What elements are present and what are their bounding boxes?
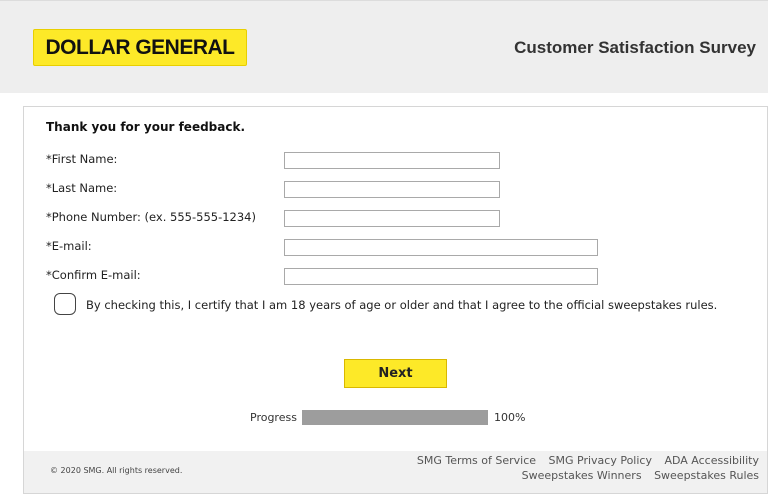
- next-button[interactable]: Next: [344, 359, 447, 388]
- footer-links-row-1: SMG Terms of Service SMG Privacy Policy …: [408, 454, 759, 467]
- sweepstakes-rules-link[interactable]: Sweepstakes Rules: [654, 469, 759, 482]
- survey-form-card: Thank you for your feedback. *First Name…: [23, 106, 768, 494]
- progress-bar-fill: [302, 410, 488, 425]
- email-field[interactable]: [284, 239, 598, 256]
- dollar-general-logo: DOLLAR GENERAL: [33, 29, 247, 66]
- confirm-email-label: *Confirm E-mail:: [46, 268, 141, 282]
- copyright-text: © 2020 SMG. All rights reserved.: [50, 466, 183, 475]
- email-label: *E-mail:: [46, 239, 92, 253]
- progress-label: Progress: [250, 411, 297, 424]
- sweepstakes-winners-link[interactable]: Sweepstakes Winners: [522, 469, 642, 482]
- phone-number-field[interactable]: [284, 210, 500, 227]
- terms-of-service-link[interactable]: SMG Terms of Service: [417, 454, 536, 467]
- progress-bar: [302, 410, 488, 425]
- privacy-policy-link[interactable]: SMG Privacy Policy: [549, 454, 652, 467]
- last-name-label: *Last Name:: [46, 181, 118, 195]
- last-name-field[interactable]: [284, 181, 500, 198]
- certify-checkbox[interactable]: [54, 293, 76, 315]
- first-name-field[interactable]: [284, 152, 500, 169]
- footer-links-row-2: Sweepstakes Winners Sweepstakes Rules: [513, 469, 759, 482]
- phone-number-label: *Phone Number: (ex. 555-555-1234): [46, 210, 256, 224]
- logo-text: DOLLAR GENERAL: [45, 35, 236, 59]
- footer: © 2020 SMG. All rights reserved. SMG Ter…: [24, 451, 767, 493]
- first-name-label: *First Name:: [46, 152, 118, 166]
- certify-checkbox-label: By checking this, I certify that I am 18…: [86, 298, 718, 312]
- header-bar: DOLLAR GENERAL Customer Satisfaction Sur…: [0, 0, 768, 93]
- thank-you-heading: Thank you for your feedback.: [46, 120, 246, 134]
- ada-accessibility-link[interactable]: ADA Accessibility: [664, 454, 759, 467]
- confirm-email-field[interactable]: [284, 268, 598, 285]
- survey-title: Customer Satisfaction Survey: [514, 38, 756, 57]
- progress-percent: 100%: [494, 411, 526, 424]
